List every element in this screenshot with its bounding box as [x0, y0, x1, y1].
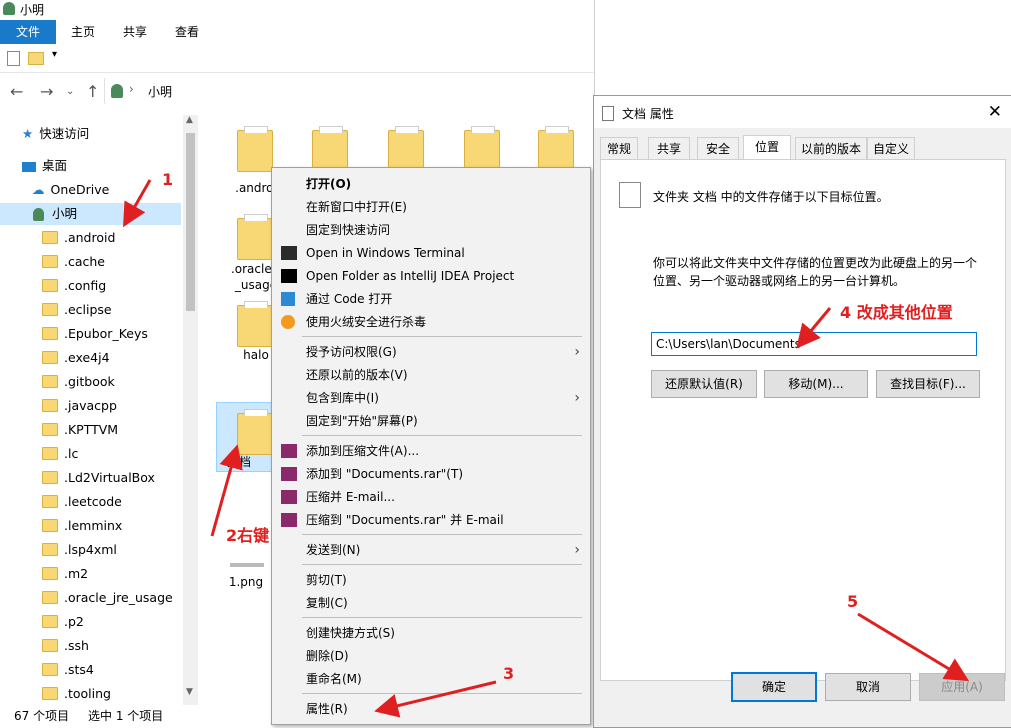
annotation-1: 1 — [162, 170, 174, 189]
annotation-layer — [123, 179, 970, 718]
annotation-arrow-5 — [857, 612, 970, 682]
annotation-arrow-3 — [374, 680, 497, 718]
annotation-5: 5 — [847, 592, 859, 611]
annotation-arrow-4 — [796, 307, 832, 349]
annotation-2: 2右键 — [226, 526, 270, 545]
annotation-arrow-1 — [123, 179, 152, 228]
annotation-4: 4 改成其他位置 — [840, 303, 953, 322]
annotation-3: 3 — [503, 664, 515, 683]
